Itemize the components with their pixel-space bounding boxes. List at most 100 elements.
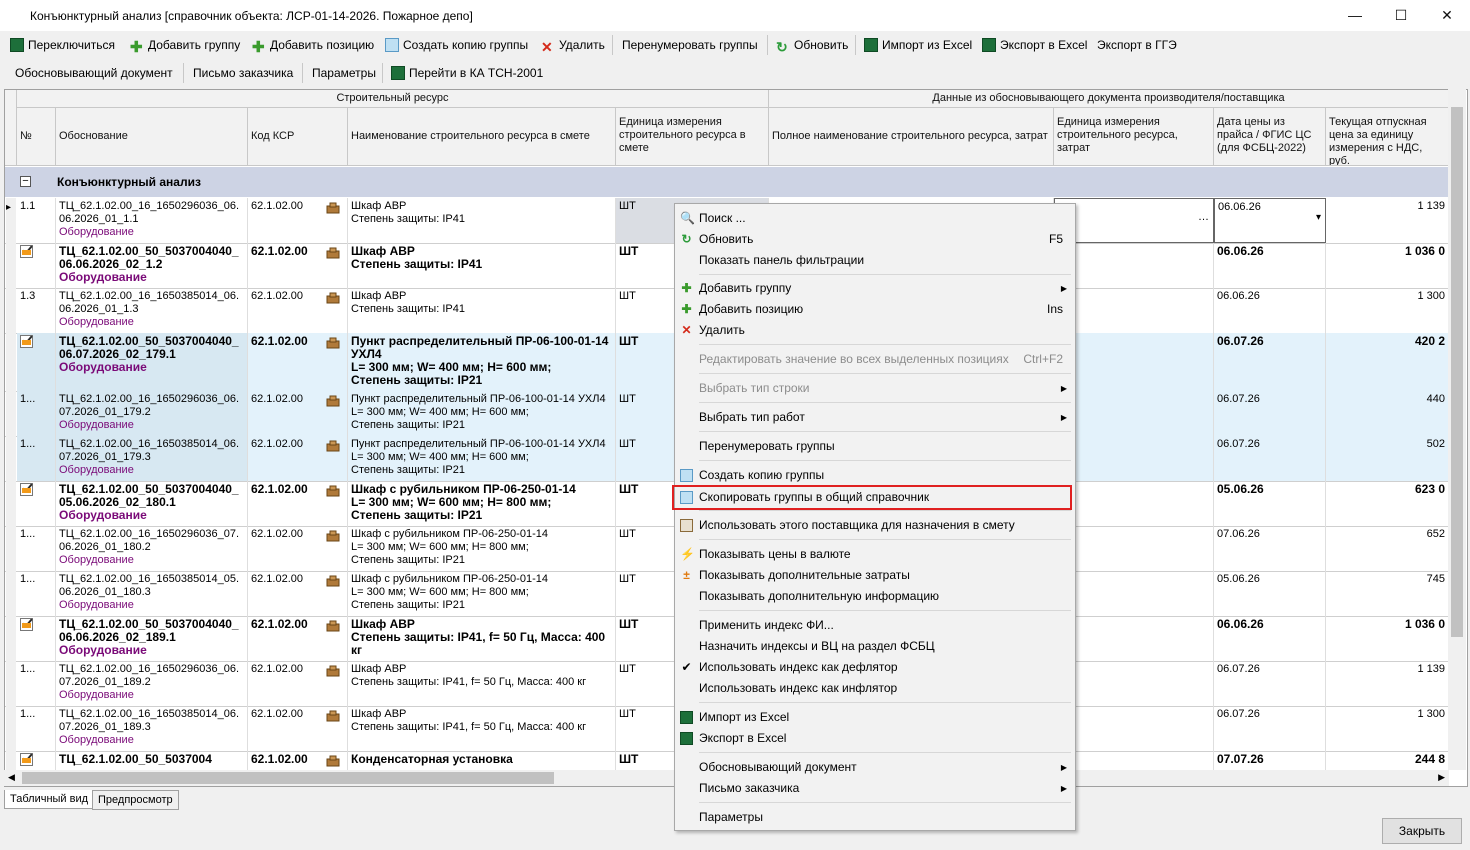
- cell-name[interactable]: Шкаф АВР Степень защиты: IP41, f= 50 Гц,…: [348, 616, 616, 661]
- import-excel-button[interactable]: Импорт из Excel: [864, 36, 972, 54]
- cell-basis[interactable]: ТЦ_62.1.02.00_16_1650296036_06.07.2026_0…: [56, 391, 248, 436]
- cell-price[interactable]: 623 0: [1326, 481, 1449, 526]
- cell-basis[interactable]: ТЦ_62.1.02.00_50_5037004040_06.06.2026_0…: [56, 243, 248, 288]
- cell-basis[interactable]: ТЦ_62.1.02.00_16_1650385014_05.06.2026_0…: [56, 571, 248, 616]
- scroll-thumb[interactable]: [1451, 107, 1463, 637]
- cell-ksr[interactable]: 62.1.02.00: [248, 661, 348, 706]
- cell-date[interactable]: 06.06.26: [1214, 616, 1326, 661]
- scroll-right-icon[interactable]: ▶: [1438, 772, 1445, 783]
- column-header-ksr[interactable]: Код КСР: [248, 108, 348, 166]
- cell-num[interactable]: 1...: [17, 526, 56, 571]
- cell-basis[interactable]: ТЦ_62.1.02.00_16_1650296036_06.07.2026_0…: [56, 661, 248, 706]
- row-indicator[interactable]: [6, 436, 16, 481]
- cell-basis[interactable]: ТЦ_62.1.02.00_16_1650385014_06.06.2026_0…: [56, 288, 248, 333]
- menu-item-renumber[interactable]: Перенумеровать группы: [675, 436, 1075, 457]
- cell-basis[interactable]: ТЦ_62.1.02.00_16_1650385014_06.07.2026_0…: [56, 706, 248, 751]
- cell-ksr[interactable]: 62.1.02.00: [248, 481, 348, 526]
- menu-item-extra-info[interactable]: Показывать дополнительную информацию: [675, 586, 1075, 607]
- cell-unit2[interactable]: [1054, 243, 1214, 288]
- menu-item-apply-index[interactable]: Применить индекс ФИ...: [675, 615, 1075, 636]
- menu-item-import-excel[interactable]: Импорт из Excel: [675, 707, 1075, 728]
- vertical-scrollbar[interactable]: [1448, 89, 1466, 770]
- renumber-button[interactable]: Перенумеровать группы: [622, 36, 758, 54]
- cell-ksr[interactable]: 62.1.02.00: [248, 706, 348, 751]
- cell-date[interactable]: 06.06.26: [1214, 288, 1326, 333]
- cell-ksr[interactable]: 62.1.02.00: [248, 288, 348, 333]
- menu-item-params[interactable]: Параметры: [675, 807, 1075, 828]
- menu-item-currency[interactable]: ⚡ Показывать цены в валюте: [675, 544, 1075, 565]
- cell-unit2[interactable]: [1054, 288, 1214, 333]
- cell-price[interactable]: 420 2: [1326, 333, 1449, 391]
- cell-num[interactable]: 1...: [17, 571, 56, 616]
- delete-button[interactable]: ✕ Удалить: [541, 36, 605, 55]
- row-indicator[interactable]: ▸: [6, 198, 16, 243]
- menu-item-extra-costs[interactable]: ± Показывать дополнительные затраты: [675, 565, 1075, 586]
- cell-ksr[interactable]: 62.1.02.00: [248, 333, 348, 391]
- menu-item-deflator[interactable]: ✔ Использовать индекс как дефлятор: [675, 657, 1075, 678]
- cell-date[interactable]: 06.06.26: [1214, 243, 1326, 288]
- collapse-icon[interactable]: −: [20, 176, 31, 187]
- menu-item-assign-index[interactable]: Назначить индексы и ВЦ на раздел ФСБЦ: [675, 636, 1075, 657]
- cell-unit2[interactable]: [1054, 661, 1214, 706]
- cell-name[interactable]: Пункт распределительный ПР-06-100-01-14 …: [348, 333, 616, 391]
- cell-ksr[interactable]: 62.1.02.00: [248, 243, 348, 288]
- cell-date[interactable]: 06.07.26: [1214, 391, 1326, 436]
- checked-box-icon[interactable]: [20, 335, 33, 348]
- params-button[interactable]: Параметры: [312, 64, 376, 82]
- cell-name[interactable]: Шкаф с рубильником ПР-06-250-01-14 L= 30…: [348, 571, 616, 616]
- cell-unit2[interactable]: [1054, 706, 1214, 751]
- cell-date[interactable]: 06.07.26: [1214, 661, 1326, 706]
- maximize-button[interactable]: ☐: [1378, 0, 1424, 31]
- cell-date[interactable]: 06.06.26 ▾: [1214, 198, 1326, 243]
- cell-name[interactable]: Шкаф с рубильником ПР-06-250-01-14 L= 30…: [348, 526, 616, 571]
- cell-ksr[interactable]: 62.1.02.00: [248, 391, 348, 436]
- row-indicator[interactable]: [6, 391, 16, 436]
- cell-date[interactable]: 06.07.26: [1214, 436, 1326, 481]
- column-header-price[interactable]: Текущая отпускная цена за единицу измере…: [1326, 108, 1449, 166]
- scroll-thumb[interactable]: [22, 772, 554, 784]
- cell-date[interactable]: 06.07.26: [1214, 333, 1326, 391]
- cell-unit2[interactable]: [1054, 616, 1214, 661]
- cell-price[interactable]: 1 139: [1326, 661, 1449, 706]
- close-window-button[interactable]: ✕: [1424, 0, 1470, 31]
- column-header-name[interactable]: Наименование строительного ресурса в сме…: [348, 108, 616, 166]
- row-indicator[interactable]: [6, 243, 16, 288]
- cell-unit2[interactable]: [1054, 571, 1214, 616]
- cell-price[interactable]: 1 300: [1326, 706, 1449, 751]
- cell-name[interactable]: Шкаф с рубильником ПР-06-250-01-14 L= 30…: [348, 481, 616, 526]
- cell-basis[interactable]: ТЦ_62.1.02.00_50_5037004040_05.06.2026_0…: [56, 481, 248, 526]
- cell-unit2[interactable]: [1054, 436, 1214, 481]
- menu-item-refresh[interactable]: ↻ Обновить F5: [675, 229, 1075, 250]
- menu-item-search[interactable]: 🔍 Поиск ...: [675, 208, 1075, 229]
- refresh-button[interactable]: ↻ Обновить: [776, 36, 848, 55]
- add-position-button[interactable]: ✚ Добавить позицию: [252, 36, 374, 56]
- cell-name[interactable]: Пункт распределительный ПР-06-100-01-14 …: [348, 436, 616, 481]
- column-header-unit[interactable]: Единица измерения строительного ресурса …: [616, 108, 769, 166]
- cell-ksr[interactable]: 62.1.02.00: [248, 198, 348, 243]
- doc-button[interactable]: Обосновывающий документ: [15, 64, 173, 82]
- cell-num[interactable]: [17, 616, 56, 661]
- cell-name[interactable]: Шкаф АВР Степень защиты: IP41: [348, 288, 616, 333]
- cell-basis[interactable]: ТЦ_62.1.02.00_50_5037004040_06.07.2026_0…: [56, 333, 248, 391]
- cell-ksr[interactable]: 62.1.02.00: [248, 571, 348, 616]
- column-header-date[interactable]: Дата цены из прайса / ФГИС ЦС (для ФСБЦ-…: [1214, 108, 1326, 166]
- switch-button[interactable]: Переключиться: [10, 36, 115, 54]
- cell-num[interactable]: [17, 481, 56, 526]
- menu-item-export-excel[interactable]: Экспорт в Excel: [675, 728, 1075, 749]
- cell-price[interactable]: 1 036 0: [1326, 243, 1449, 288]
- cell-price[interactable]: 440: [1326, 391, 1449, 436]
- ellipsis-button[interactable]: …: [1198, 211, 1209, 224]
- dropdown-arrow-icon[interactable]: ▾: [1316, 211, 1321, 224]
- checked-box-icon[interactable]: [20, 618, 33, 631]
- menu-item-add-position[interactable]: ✚ Добавить позицию Ins: [675, 299, 1075, 320]
- menu-item-show-filter[interactable]: Показать панель фильтрации: [675, 250, 1075, 271]
- cell-num[interactable]: 1.3: [17, 288, 56, 333]
- menu-item-doc[interactable]: Обосновывающий документ ▶: [675, 757, 1075, 778]
- cell-num[interactable]: 1...: [17, 661, 56, 706]
- export-gge-button[interactable]: Экспорт в ГГЭ: [1097, 36, 1177, 54]
- group-row-ka[interactable]: − Конъюнктурный анализ: [5, 167, 1449, 197]
- row-indicator[interactable]: [6, 526, 16, 571]
- cell-ksr[interactable]: 62.1.02.00: [248, 616, 348, 661]
- cell-name[interactable]: Пункт распределительный ПР-06-100-01-14 …: [348, 391, 616, 436]
- row-indicator[interactable]: [6, 288, 16, 333]
